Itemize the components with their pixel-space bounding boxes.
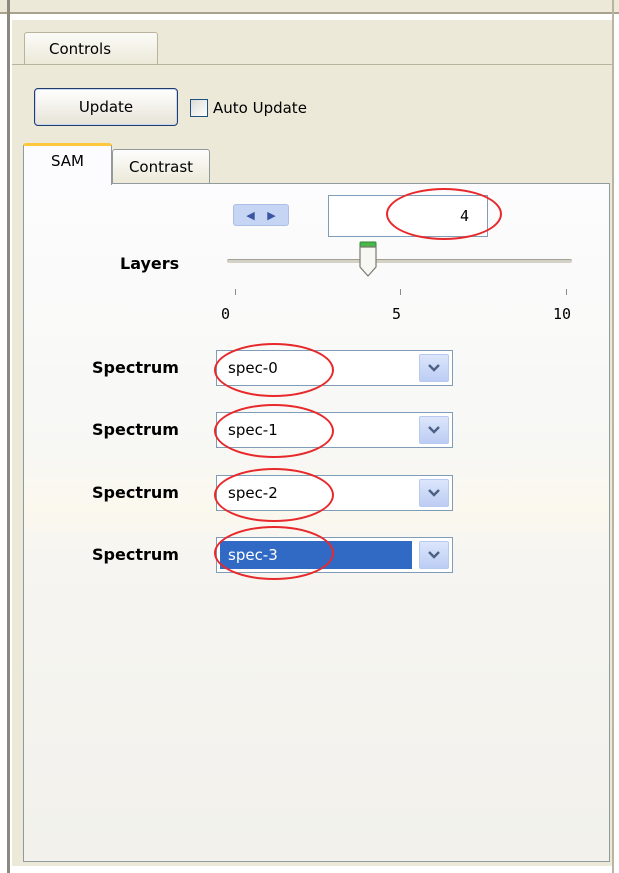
- layers-label: Layers: [120, 254, 180, 273]
- update-button[interactable]: Update: [34, 88, 178, 126]
- panel-splitter[interactable]: [7, 0, 10, 873]
- auto-update-toggle[interactable]: Auto Update: [190, 97, 307, 119]
- chevron-down-icon[interactable]: [419, 479, 449, 507]
- spectrum-select-0-value: spec-0: [228, 359, 278, 377]
- chevron-down-icon[interactable]: [419, 541, 449, 569]
- window-top-bar: [0, 0, 619, 12]
- layers-slider-track[interactable]: [227, 259, 572, 263]
- increment-arrow-icon[interactable]: ▶: [267, 209, 275, 222]
- sam-tab-content: [23, 183, 610, 862]
- window-top-border: [0, 12, 619, 14]
- spectrum-select-1[interactable]: spec-1: [216, 412, 453, 448]
- spectrum-select-3[interactable]: spec-3: [216, 537, 453, 573]
- chevron-down-icon[interactable]: [419, 416, 449, 444]
- update-button-label: Update: [78, 98, 134, 116]
- layers-slider-thumb[interactable]: [357, 241, 379, 279]
- slider-tick-10: [566, 289, 567, 295]
- spectrum-label-0: Spectrum: [92, 358, 179, 377]
- slider-tick-5: [400, 289, 401, 295]
- slider-tick-label-10: 10: [553, 305, 572, 323]
- layers-value: 4: [459, 207, 469, 225]
- tab-sam[interactable]: SAM: [23, 143, 112, 185]
- layers-value-field[interactable]: 4: [328, 195, 488, 237]
- spectrum-label-1: Spectrum: [92, 420, 179, 439]
- slider-tick-label-5: 5: [392, 305, 402, 323]
- slider-tick-0: [235, 289, 236, 295]
- tab-strip-border: [12, 64, 612, 65]
- decrement-arrow-icon[interactable]: ◀: [246, 209, 254, 222]
- layers-spinner-buttons[interactable]: ◀ ▶: [233, 204, 289, 226]
- panel-right-border: [612, 0, 614, 873]
- tab-controls-label: Controls: [49, 39, 112, 58]
- spectrum-select-0[interactable]: spec-0: [216, 350, 453, 386]
- auto-update-checkbox[interactable]: [190, 99, 208, 117]
- spectrum-select-2-value: spec-2: [228, 484, 278, 502]
- chevron-down-icon[interactable]: [419, 354, 449, 382]
- spectrum-select-3-value: spec-3: [220, 541, 412, 569]
- spectrum-select-2[interactable]: spec-2: [216, 475, 453, 511]
- tab-contrast[interactable]: Contrast: [112, 149, 210, 183]
- tab-sam-label: SAM: [50, 152, 84, 170]
- tab-controls[interactable]: Controls: [24, 32, 158, 64]
- spectrum-label-2: Spectrum: [92, 483, 179, 502]
- auto-update-label: Auto Update: [213, 99, 307, 117]
- tab-contrast-label: Contrast: [128, 157, 194, 176]
- slider-tick-label-0: 0: [221, 305, 231, 323]
- spectrum-select-1-value: spec-1: [228, 421, 278, 439]
- spectrum-label-3: Spectrum: [92, 545, 179, 564]
